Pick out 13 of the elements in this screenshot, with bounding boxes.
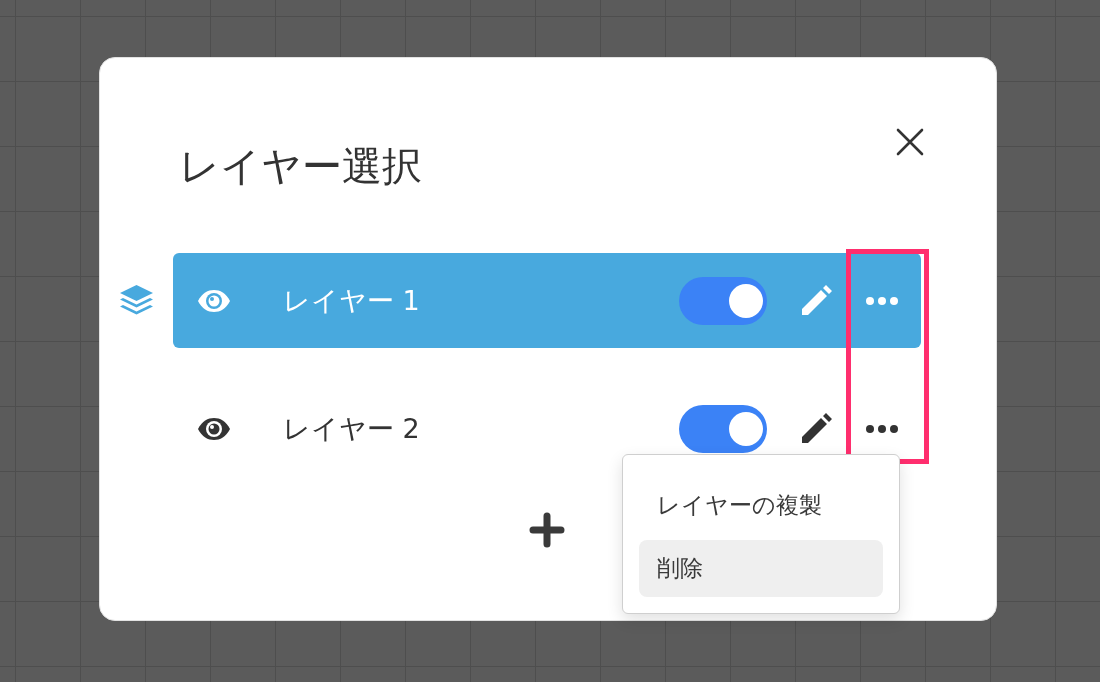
pencil-icon[interactable] [799, 411, 833, 446]
layer-name: レイヤー 1 [283, 283, 421, 318]
toggle-switch[interactable] [679, 276, 767, 325]
eye-icon[interactable] [197, 416, 231, 441]
dialog-title: レイヤー選択 [179, 142, 422, 190]
layers-icon [119, 284, 154, 317]
add-layer-button[interactable] [529, 512, 565, 548]
layer-row[interactable]: レイヤー 2 [173, 381, 921, 476]
toggle-switch[interactable] [679, 404, 767, 453]
menu-item[interactable]: レイヤーの複製 [639, 477, 883, 534]
menu-item[interactable]: 削除 [639, 540, 883, 597]
more-icon[interactable] [865, 423, 899, 434]
layer-name: レイヤー 2 [283, 411, 421, 446]
